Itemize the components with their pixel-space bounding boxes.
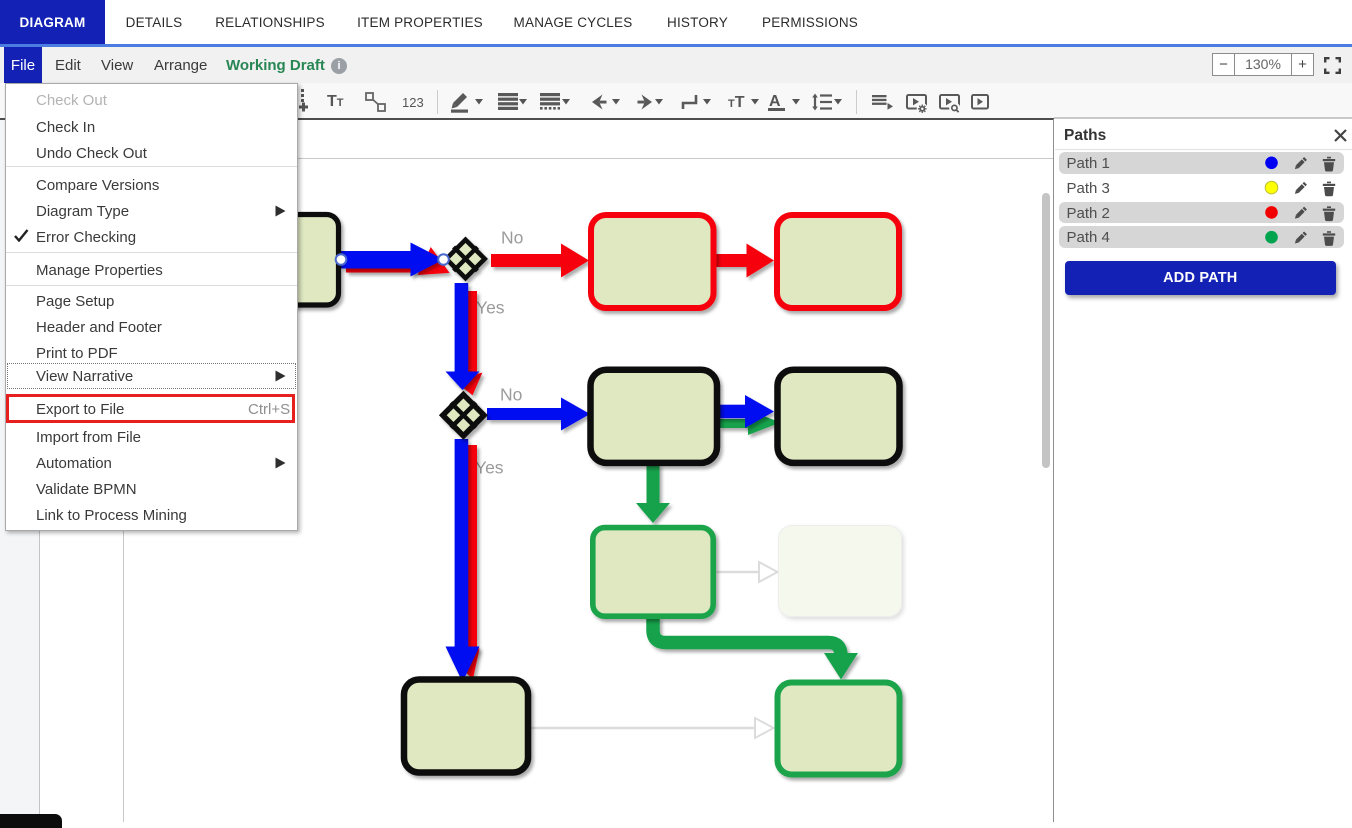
svg-text:No: No bbox=[501, 228, 523, 248]
svg-text:No: No bbox=[500, 385, 522, 405]
svg-text:Yes: Yes bbox=[476, 298, 505, 318]
svg-text:Yes: Yes bbox=[475, 458, 504, 478]
